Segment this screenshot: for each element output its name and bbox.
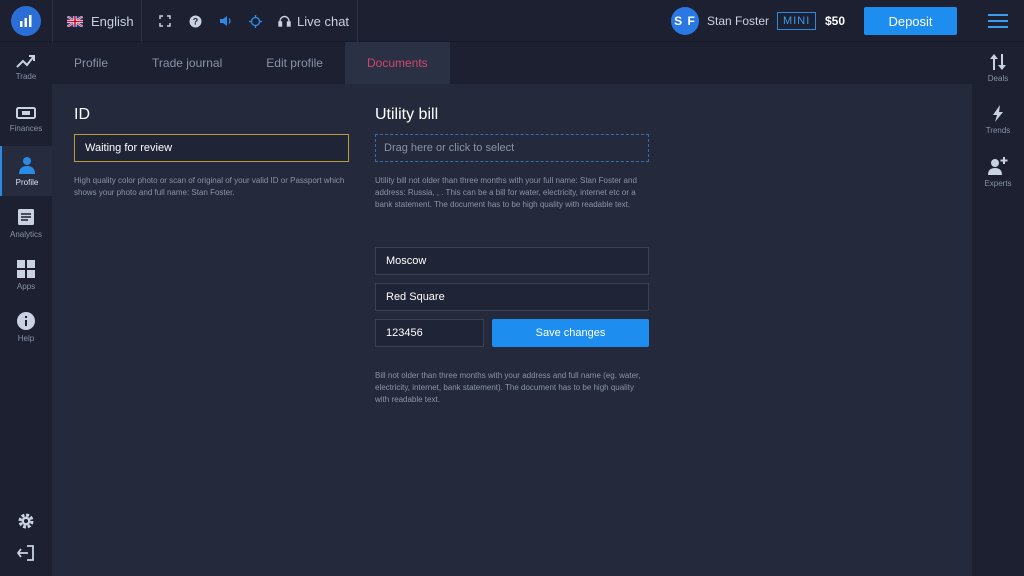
- id-status-field: Waiting for review: [74, 134, 349, 162]
- crosshair-icon[interactable]: [248, 14, 262, 28]
- sidebar-item-analytics[interactable]: Analytics: [0, 198, 52, 248]
- sidebar-item-label: Profile: [15, 177, 39, 187]
- live-chat-label: Live chat: [297, 13, 350, 29]
- sidebar-item-label: Analytics: [9, 229, 42, 239]
- grid-icon: [17, 259, 35, 278]
- id-section-title: ID: [74, 106, 90, 123]
- sidebar-item-finances[interactable]: Finances: [0, 94, 52, 144]
- sidebar-item-label: Trends: [985, 126, 1011, 135]
- tab-edit-profile[interactable]: Edit profile: [244, 42, 345, 84]
- sidebar-item-label: Apps: [16, 281, 36, 291]
- logo-icon: [11, 6, 41, 36]
- deposit-button[interactable]: Deposit: [864, 7, 957, 35]
- fullscreen-icon[interactable]: [158, 14, 172, 28]
- right-sidebar: Deals Trends Experts: [972, 42, 1024, 576]
- avatar: S F: [671, 7, 699, 35]
- sidebar-item-profile[interactable]: Profile: [0, 146, 52, 196]
- sidebar-item-trends[interactable]: Trends: [972, 96, 1024, 144]
- toolbar: ? Live chat: [143, 0, 358, 42]
- postal-code-field[interactable]: 123456: [375, 319, 484, 347]
- account-type-badge: MINI: [777, 12, 817, 30]
- utility-note: Utility bill not older than three months…: [375, 176, 637, 209]
- svg-text:?: ?: [192, 16, 198, 26]
- tab-profile[interactable]: Profile: [52, 42, 130, 84]
- sidebar-item-label: Finances: [9, 123, 43, 133]
- sidebar-item-label: Deals: [987, 73, 1009, 83]
- tab-documents[interactable]: Documents: [344, 42, 450, 84]
- city-field[interactable]: Moscow: [375, 247, 649, 275]
- settings-icon[interactable]: [0, 508, 52, 534]
- menu-icon[interactable]: [972, 0, 1024, 42]
- headset-icon: [278, 15, 291, 27]
- add-user-icon: [988, 156, 1008, 175]
- info-icon: [17, 311, 35, 330]
- sidebar-item-help[interactable]: Help: [0, 302, 52, 352]
- user-menu[interactable]: S F Stan Foster MINI: [671, 7, 817, 35]
- utility-footer-note: Bill not older than three months with yo…: [375, 371, 641, 404]
- sidebar-item-label: Experts: [984, 178, 1012, 188]
- language-selector[interactable]: English: [52, 0, 142, 42]
- lightning-icon: [993, 105, 1003, 122]
- arrows-updown-icon: [990, 53, 1006, 70]
- utility-section-title: Utility bill: [375, 106, 439, 123]
- save-changes-button[interactable]: Save changes: [492, 319, 649, 347]
- uk-flag-icon: [67, 15, 83, 27]
- profile-tabs: Profile Trade journal Edit profile Docum…: [52, 42, 972, 84]
- street-field[interactable]: Red Square: [375, 283, 649, 311]
- document-icon: [18, 208, 34, 225]
- sidebar-item-deals[interactable]: Deals: [972, 44, 1024, 92]
- language-label: English: [91, 13, 134, 29]
- tab-trade-journal[interactable]: Trade journal: [130, 42, 244, 84]
- user-icon: [19, 156, 35, 174]
- sidebar-item-experts[interactable]: Experts: [972, 148, 1024, 196]
- logout-icon[interactable]: [0, 540, 52, 566]
- live-chat-button[interactable]: Live chat: [278, 14, 349, 29]
- id-note: High quality color photo or scan of orig…: [74, 176, 345, 197]
- sound-icon[interactable]: [218, 14, 232, 28]
- top-bar: English ? Live chat S F Stan Foster MINI…: [0, 0, 1024, 42]
- logo[interactable]: [0, 0, 52, 42]
- utility-dropzone[interactable]: Drag here or click to select: [375, 134, 649, 162]
- chart-up-icon: [16, 54, 35, 68]
- sidebar-item-trade[interactable]: Trade: [0, 42, 52, 92]
- balance-value: $50: [825, 14, 846, 28]
- cash-icon: [16, 106, 36, 119]
- sidebar-item-label: Help: [17, 333, 35, 343]
- sidebar-item-apps[interactable]: Apps: [0, 250, 52, 300]
- user-name: Stan Foster: [707, 14, 770, 28]
- left-sidebar: Trade Finances Profile Analytics Apps He…: [0, 42, 52, 576]
- help-circle-icon[interactable]: ?: [188, 14, 202, 28]
- sidebar-item-label: Trade: [15, 71, 37, 81]
